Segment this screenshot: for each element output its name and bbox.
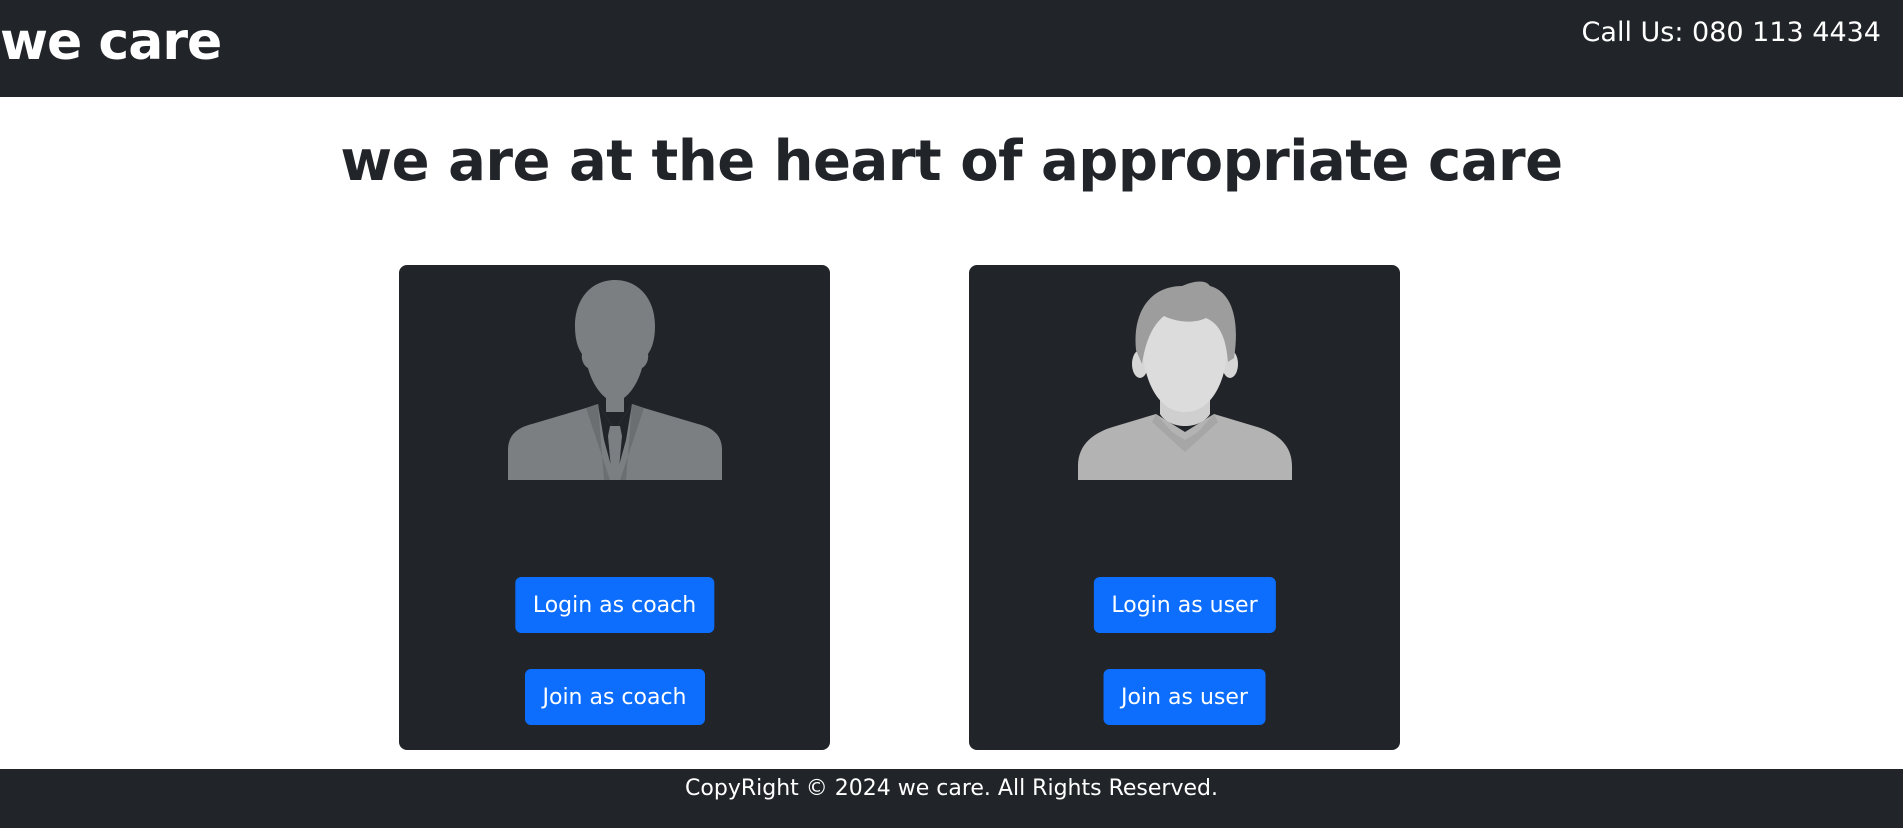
join-as-coach-button[interactable]: Join as coach (524, 669, 705, 725)
join-as-user-button[interactable]: Join as user (1103, 669, 1266, 725)
user-card: Login as user Join as user (969, 265, 1400, 750)
login-as-user-button[interactable]: Login as user (1093, 577, 1276, 633)
copyright-text: CopyRight © 2024 we care. All Rights Res… (685, 776, 1218, 801)
user-avatar-icon (1077, 281, 1292, 480)
businessman-silhouette-icon (507, 280, 722, 480)
footer: CopyRight © 2024 we care. All Rights Res… (0, 769, 1903, 828)
brand-logo[interactable]: we care (0, 8, 222, 76)
call-us-text: Call Us: 080 113 4434 (1581, 17, 1881, 48)
login-as-coach-button[interactable]: Login as coach (514, 577, 715, 633)
navbar: we care Call Us: 080 113 4434 (0, 0, 1903, 97)
coach-card: Login as coach Join as coach (399, 265, 830, 750)
page-headline: we are at the heart of appropriate care (340, 129, 1563, 194)
